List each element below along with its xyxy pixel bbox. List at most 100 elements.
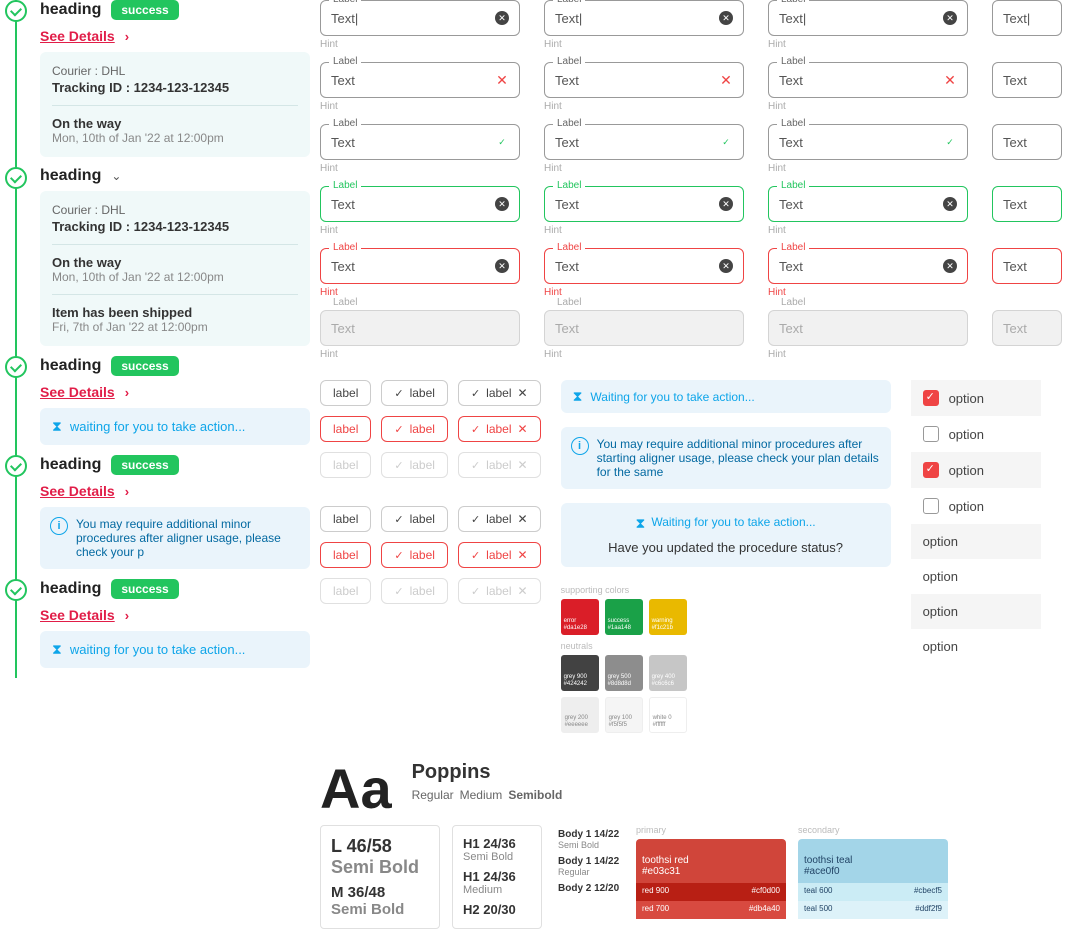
text-field[interactable]: LabelText✓ [320,124,520,160]
text-field[interactable]: LabelText✕ [320,62,520,98]
info-card: Courier : DHL Tracking ID : 1234-123-123… [40,52,310,157]
text-field-disabled: LabelText [320,310,520,346]
chip-disabled: ✓label✕ [458,452,541,478]
swatch-warning: warning#f1c21b [649,599,687,635]
heading: heading [40,167,101,185]
text-field-disabled: LabelText [544,310,744,346]
close-icon: ✕ [518,548,528,562]
clear-icon[interactable]: ✕ [495,259,509,273]
chevron-down-icon[interactable]: ⌄ [111,169,121,183]
primary-colors: primary toothsi red#e03c31 red 900#cf0d0… [636,825,786,929]
swatch-grey200: grey 200#eeeeee [561,697,599,733]
chip-red-check-close[interactable]: ✓label✕ [458,416,541,442]
text-field-success[interactable]: LabelText✕ [320,186,520,222]
chip-disabled: ✓label [381,578,448,604]
see-details-link[interactable]: See Details [40,483,115,499]
tracking-card-4: heading success See Details › i You may … [0,455,310,569]
close-icon: ✕ [518,422,528,436]
chip-check-close[interactable]: ✓label✕ [458,380,541,406]
hourglass-icon: ⧗ [52,641,62,658]
text-field[interactable]: Text [992,62,1062,98]
chip-check[interactable]: ✓label [381,506,448,532]
chip[interactable]: label [320,380,371,406]
chip-red-check[interactable]: ✓label [381,542,448,568]
type-scale-body: Body 1 14/22 Semi Bold Body 1 14/22 Regu… [554,825,624,929]
text-field[interactable]: LabelText|✕ [544,0,744,36]
status-badge: success [111,356,178,376]
clear-icon[interactable]: ✕ [943,259,957,273]
clear-icon[interactable]: ✕ [719,259,733,273]
info-pill: i You may require additional minor proce… [40,507,310,569]
option-item[interactable]: option [911,559,1041,594]
chip-red[interactable]: label [320,416,371,442]
text-field-success[interactable]: Text [992,186,1062,222]
text-field[interactable]: LabelText✓ [544,124,744,160]
waiting-message: ⧗Waiting for you to take action... [561,380,891,413]
close-icon: ✕ [518,386,528,400]
text-field-error[interactable]: Text [992,248,1062,284]
chip-red[interactable]: label [320,542,371,568]
clear-icon[interactable]: ✕ [719,11,733,25]
text-field[interactable]: Text| [992,0,1062,36]
see-details-link[interactable]: See Details [40,384,115,400]
text-field[interactable]: LabelText|✕ [768,0,968,36]
text-field-disabled: Text [992,310,1062,346]
swatch-grey100: grey 100#f5f5f5 [605,697,643,733]
see-details-link[interactable]: See Details [40,607,115,623]
error-x-icon[interactable]: ✕ [719,73,733,87]
text-field-error[interactable]: LabelText✕ [768,248,968,284]
check-icon [5,356,27,378]
clear-icon[interactable]: ✕ [943,11,957,25]
clear-icon[interactable]: ✕ [495,197,509,211]
hourglass-icon: ⧗ [636,515,646,532]
option-item[interactable]: option [911,629,1041,664]
text-field-error[interactable]: LabelText✕ [544,248,744,284]
swatch-success: success#1aa148 [605,599,643,635]
option-item[interactable]: option [911,488,1041,524]
type-scale-heading: H1 24/36 Semi Bold H1 24/36 Medium H2 20… [452,825,542,929]
swatch-error: error#da1e28 [561,599,599,635]
clear-icon[interactable]: ✕ [495,11,509,25]
info-icon: i [50,517,68,535]
clear-icon[interactable]: ✕ [943,197,957,211]
option-item[interactable]: option [911,594,1041,629]
chip-disabled: label [320,578,371,604]
tracking-card-1: heading success See Details › Courier : … [0,0,310,157]
chip-check-close[interactable]: ✓label✕ [458,506,541,532]
check-icon [5,455,27,477]
text-field[interactable]: LabelText✕ [544,62,744,98]
info-card: Courier : DHL Tracking ID : 1234-123-123… [40,191,310,346]
option-item[interactable]: option [911,452,1041,488]
option-item[interactable]: option [911,416,1041,452]
info-icon: i [571,437,589,455]
hourglass-icon: ⧗ [573,388,583,405]
text-field[interactable]: LabelText|✕ [320,0,520,36]
text-field-success[interactable]: LabelText✕ [768,186,968,222]
chip-red-check-close[interactable]: ✓label✕ [458,542,541,568]
heading: heading [40,1,101,19]
chevron-right-icon: › [125,484,129,499]
option-item[interactable]: option [911,380,1041,416]
option-item[interactable]: option [911,524,1041,559]
swatch-grey900: grey 900#424242 [561,655,599,691]
font-name: Poppins [412,761,563,784]
text-field[interactable]: LabelText✕ [768,62,968,98]
see-details-link[interactable]: See Details [40,28,115,44]
error-x-icon[interactable]: ✕ [943,73,957,87]
clear-icon[interactable]: ✕ [719,197,733,211]
chip-check[interactable]: ✓label [381,380,448,406]
chevron-right-icon: › [125,608,129,623]
text-field-success[interactable]: LabelText✕ [544,186,744,222]
text-field[interactable]: Text [992,124,1062,160]
text-field-error[interactable]: LabelText✕ [320,248,520,284]
chip[interactable]: label [320,506,371,532]
question-card: ⧗Waiting for you to take action... Have … [561,503,891,567]
text-field[interactable]: LabelText✓ [768,124,968,160]
heading: heading [40,580,101,598]
checkbox-checked-icon [923,390,939,406]
status-badge: success [111,579,178,599]
secondary-colors: secondary toothsi teal#ace0f0 teal 600#c… [798,825,948,929]
hourglass-icon: ⧗ [52,418,62,435]
chip-red-check[interactable]: ✓label [381,416,448,442]
error-x-icon[interactable]: ✕ [495,73,509,87]
